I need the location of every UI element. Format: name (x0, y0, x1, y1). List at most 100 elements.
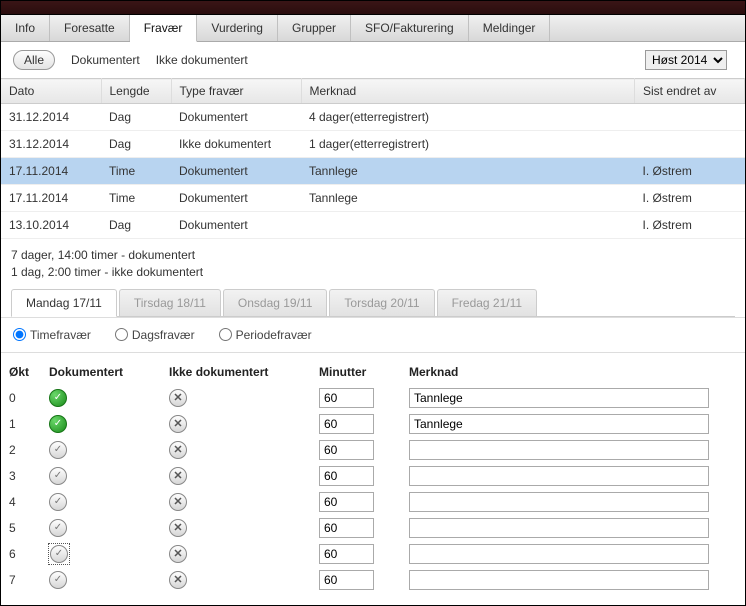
undocumented-toggle[interactable]: ✕ (169, 545, 187, 563)
radio-periodefravaer-input[interactable] (219, 328, 232, 341)
undocumented-toggle[interactable]: ✕ (169, 467, 187, 485)
check-icon: ✓ (54, 574, 62, 585)
documented-toggle[interactable]: ✓ (49, 467, 67, 485)
cell-merknad (301, 212, 635, 239)
cell-dato: 31.12.2014 (1, 104, 101, 131)
undocumented-toggle[interactable]: ✕ (169, 389, 187, 407)
cell-lengde: Dag (101, 212, 171, 239)
main-tab-meldinger[interactable]: Meldinger (469, 15, 551, 41)
col-lengde[interactable]: Lengde (101, 79, 171, 104)
minutes-input[interactable] (319, 388, 374, 408)
cell-type: Dokumentert (171, 104, 301, 131)
main-tabs: InfoForesatteFraværVurderingGrupperSFO/F… (1, 15, 745, 42)
documented-toggle[interactable]: ✓ (49, 441, 67, 459)
okt-row: 1✓✕ (1, 411, 745, 437)
check-icon: ✓ (54, 522, 62, 533)
okt-col-dok: Dokumentert (41, 359, 161, 385)
term-select[interactable]: Høst 2014 (645, 50, 727, 70)
absence-type-radios: Timefravær Dagsfravær Periodefravær (1, 317, 745, 353)
check-icon: ✓ (54, 418, 62, 429)
check-icon: ✓ (54, 444, 62, 455)
radio-timefravaer-input[interactable] (13, 328, 26, 341)
main-tab-sfo-fakturering[interactable]: SFO/Fakturering (351, 15, 469, 41)
table-row[interactable]: 17.11.2014TimeDokumentertTannlegeI. Østr… (1, 158, 745, 185)
undocumented-toggle[interactable]: ✕ (169, 519, 187, 537)
main-tab-vurdering[interactable]: Vurdering (197, 15, 278, 41)
cell-merknad: 1 dager(etterregistrert) (301, 131, 635, 158)
minutes-input[interactable] (319, 440, 374, 460)
merknad-input[interactable] (409, 440, 709, 460)
cell-merknad: Tannlege (301, 158, 635, 185)
okt-row: 3✓✕ (1, 463, 745, 489)
minutes-input[interactable] (319, 570, 374, 590)
minutes-input[interactable] (319, 544, 374, 564)
minutes-input[interactable] (319, 466, 374, 486)
radio-periodefravaer-label: Periodefravær (236, 328, 312, 342)
documented-toggle[interactable]: ✓ (49, 571, 67, 589)
cell-lengde: Dag (101, 131, 171, 158)
undocumented-toggle[interactable]: ✕ (169, 493, 187, 511)
day-tab-4[interactable]: Fredag 21/11 (437, 289, 538, 316)
col-merknad[interactable]: Merknad (301, 79, 635, 104)
documented-toggle[interactable]: ✓ (49, 493, 67, 511)
table-row[interactable]: 31.12.2014DagDokumentert4 dager(etterreg… (1, 104, 745, 131)
col-type[interactable]: Type fravær (171, 79, 301, 104)
okt-number: 5 (1, 515, 41, 541)
radio-periodefravaer[interactable]: Periodefravær (219, 328, 312, 342)
col-sist[interactable]: Sist endret av (635, 79, 745, 104)
main-tab-grupper[interactable]: Grupper (278, 15, 351, 41)
radio-dagsfravaer-input[interactable] (115, 328, 128, 341)
radio-timefravaer-label: Timefravær (30, 328, 91, 342)
merknad-input[interactable] (409, 544, 709, 564)
undocumented-toggle[interactable]: ✕ (169, 415, 187, 433)
okt-row: 6✓✕ (1, 541, 745, 567)
main-tab-info[interactable]: Info (1, 15, 50, 41)
filter-all-button[interactable]: Alle (13, 50, 55, 70)
merknad-input[interactable] (409, 414, 709, 434)
minutes-input[interactable] (319, 492, 374, 512)
okt-table: Økt Dokumentert Ikke dokumentert Minutte… (1, 359, 745, 593)
radio-timefravaer[interactable]: Timefravær (13, 328, 91, 342)
merknad-input[interactable] (409, 388, 709, 408)
minutes-input[interactable] (319, 414, 374, 434)
okt-row: 7✓✕ (1, 567, 745, 593)
filter-documented-link[interactable]: Dokumentert (71, 53, 140, 67)
radio-dagsfravaer-label: Dagsfravær (132, 328, 195, 342)
check-icon: ✓ (54, 392, 62, 403)
merknad-input[interactable] (409, 492, 709, 512)
cell-sist (635, 104, 745, 131)
cell-dato: 17.11.2014 (1, 158, 101, 185)
main-tab-frav-r[interactable]: Fravær (130, 15, 198, 42)
day-tab-1[interactable]: Tirsdag 18/11 (119, 289, 221, 316)
day-tab-0[interactable]: Mandag 17/11 (11, 289, 117, 317)
day-tab-3[interactable]: Torsdag 20/11 (329, 289, 434, 316)
cell-sist: I. Østrem (635, 158, 745, 185)
documented-toggle[interactable]: ✓ (50, 545, 68, 563)
merknad-input[interactable] (409, 518, 709, 538)
main-tab-foresatte[interactable]: Foresatte (50, 15, 130, 41)
radio-dagsfravaer[interactable]: Dagsfravær (115, 328, 195, 342)
window-top-bar (1, 1, 745, 15)
documented-toggle[interactable]: ✓ (49, 415, 67, 433)
cell-type: Dokumentert (171, 158, 301, 185)
documented-toggle[interactable]: ✓ (49, 519, 67, 537)
filter-bar: Alle Dokumentert Ikke dokumentert Høst 2… (1, 42, 745, 78)
undocumented-toggle[interactable]: ✕ (169, 571, 187, 589)
table-row[interactable]: 31.12.2014DagIkke dokumentert1 dager(ett… (1, 131, 745, 158)
undocumented-toggle[interactable]: ✕ (169, 441, 187, 459)
day-tab-2[interactable]: Onsdag 19/11 (223, 289, 328, 316)
documented-toggle[interactable]: ✓ (49, 389, 67, 407)
cell-merknad: 4 dager(etterregistrert) (301, 104, 635, 131)
minutes-input[interactable] (319, 518, 374, 538)
table-row[interactable]: 13.10.2014DagDokumentertI. Østrem (1, 212, 745, 239)
merknad-input[interactable] (409, 570, 709, 590)
check-icon: ✓ (55, 548, 63, 559)
cell-lengde: Time (101, 158, 171, 185)
absence-table: Dato Lengde Type fravær Merknad Sist end… (1, 78, 745, 239)
merknad-input[interactable] (409, 466, 709, 486)
okt-col-merk: Merknad (401, 359, 745, 385)
col-dato[interactable]: Dato (1, 79, 101, 104)
filter-undocumented-link[interactable]: Ikke dokumentert (156, 53, 248, 67)
table-row[interactable]: 17.11.2014TimeDokumentertTannlegeI. Østr… (1, 185, 745, 212)
okt-row: 5 ✓ ✕ (1, 515, 745, 541)
